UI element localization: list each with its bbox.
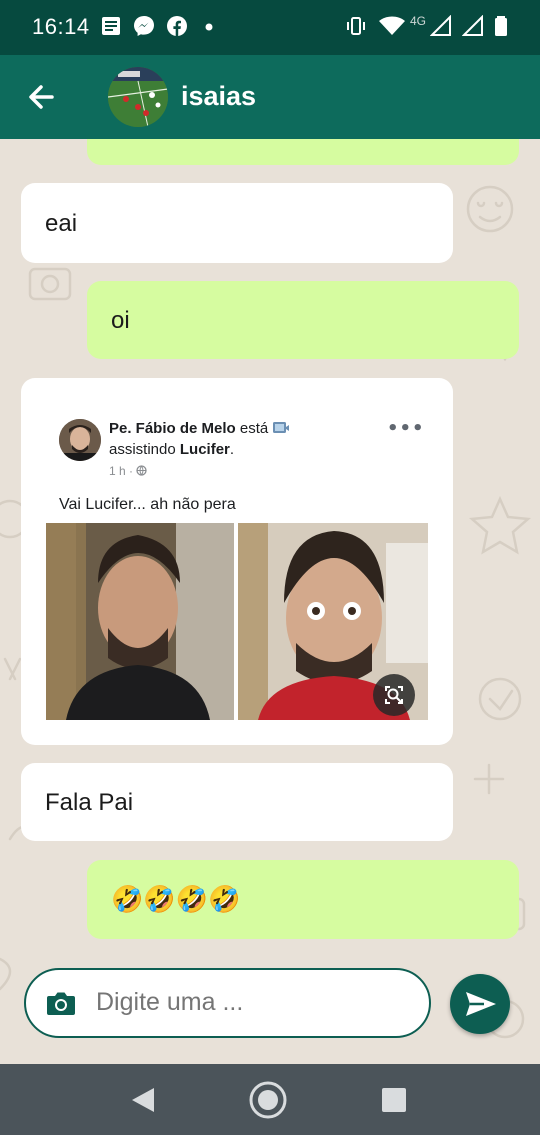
post-author-avatar [59,419,101,461]
network-label: 4G [410,14,427,28]
message-bubble-outgoing[interactable] [87,139,519,165]
post-meta: 1 h · [109,464,148,478]
contact-name[interactable]: isaias [181,81,256,112]
arrow-left-icon[interactable] [20,77,64,117]
image-message[interactable]: Pe. Fábio de Melo está assistindo Lucife… [21,378,453,745]
globe-icon [136,465,148,476]
message-text: eai [45,210,78,237]
camera-icon[interactable] [46,990,76,1016]
dot-icon [205,23,213,31]
message-text: oi [111,307,130,334]
post-status-target: Lucifer [179,441,230,458]
send-icon [466,992,496,1016]
signal-icon [430,15,451,36]
back-triangle-icon[interactable] [124,1080,164,1120]
post-time: 1 h [109,464,126,478]
contact-avatar[interactable] [108,67,168,127]
lens-icon [385,686,403,704]
messenger-icon [134,16,154,36]
message-input[interactable] [96,988,416,1017]
message-composer[interactable] [24,968,431,1038]
post-status-suffix: . [229,441,235,458]
post-caption: Vai Lucifer... ah não pera [59,496,236,513]
message-text: Fala Pai [45,789,134,816]
message-bubble-incoming[interactable]: Fala Pai [21,763,453,841]
message-bubble-outgoing[interactable]: 🤣🤣🤣🤣 [87,860,519,939]
system-nav-bar [0,1064,540,1135]
chat-area[interactable]: eai oi Pe. Fábio de Melo está assistindo… [0,139,540,1064]
vibrate-icon [347,17,365,35]
post-author: Pe. Fábio de Melo [109,420,236,437]
recents-square-icon[interactable] [374,1080,414,1120]
post-more-icon: ••• [387,418,425,439]
notes-icon [102,17,120,35]
status-bar: 16:14 4G [0,0,540,55]
facebook-icon [167,16,187,36]
battery-icon [495,16,507,36]
message-text: 🤣🤣🤣🤣 [111,884,241,914]
message-bubble-outgoing[interactable]: oi [87,281,519,359]
wifi-icon [379,16,405,35]
post-header-line2: assistindo Lucifer. [109,441,234,458]
home-circle-icon[interactable] [248,1080,288,1120]
soccer-field-image [108,67,168,127]
message-bubble-incoming[interactable]: eai [21,183,453,263]
chat-header: isaias [0,55,540,139]
send-button[interactable] [450,974,510,1034]
tv-icon [273,422,290,433]
signal-icon [462,15,483,36]
google-lens-button[interactable] [373,674,415,716]
post-photos [46,523,428,720]
post-status-line2: assistindo [109,441,176,458]
status-time: 16:14 [32,14,90,39]
post-status-prefix: está [239,420,269,437]
post-header-line1: Pe. Fábio de Melo está [109,420,290,437]
